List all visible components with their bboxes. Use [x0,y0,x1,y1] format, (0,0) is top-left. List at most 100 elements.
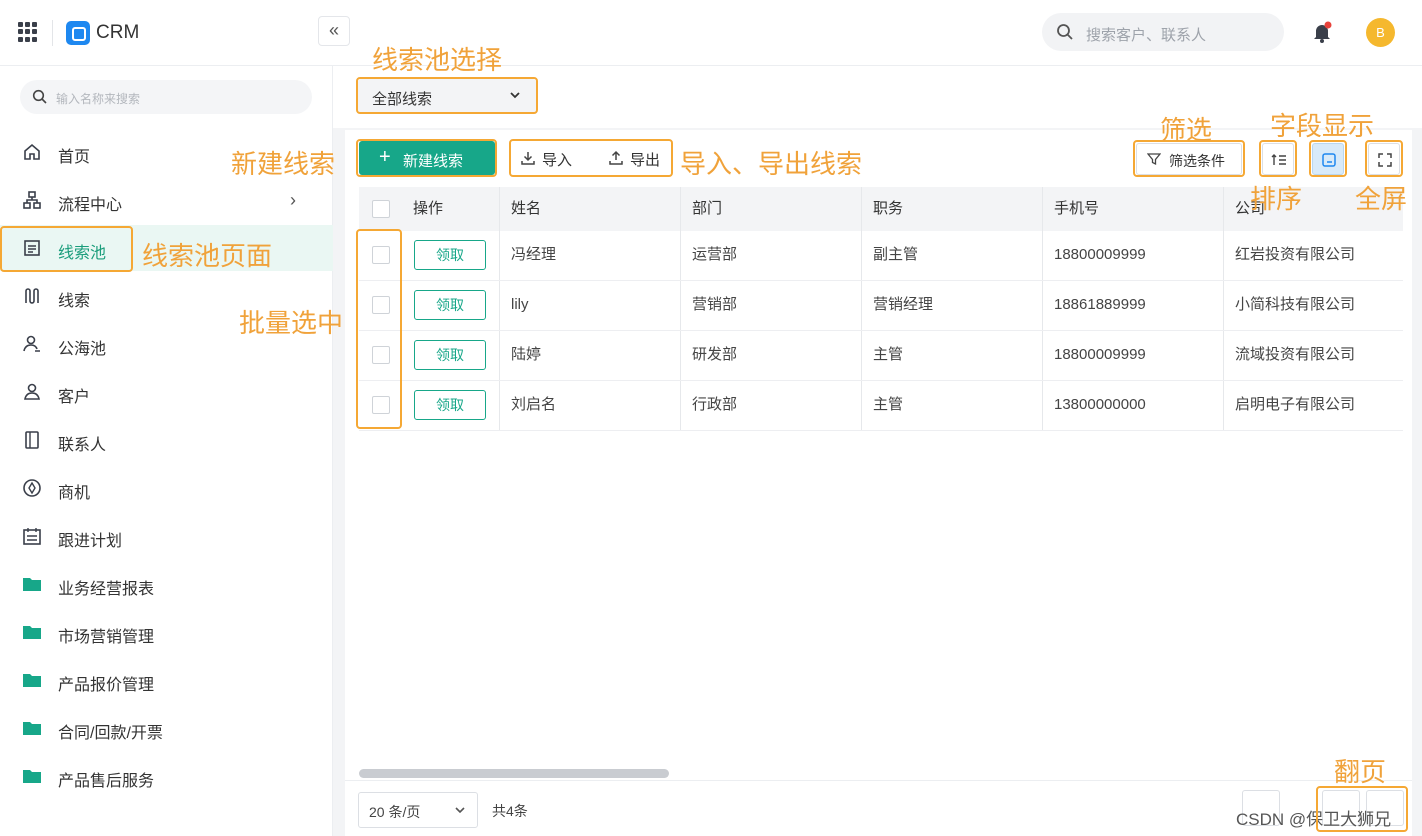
apps-grid-icon[interactable] [18,22,38,42]
folder-icon [23,578,41,591]
sidebar-item-marketing[interactable]: 市场营销管理 [0,609,333,655]
sidebar-item-label: 联系人 [58,437,107,454]
annotation-sort: 排序 [1250,184,1303,214]
sidebar-item-contacts[interactable]: 联系人 [0,417,333,463]
sidebar-item-contract[interactable]: 合同/回款/开票 [0,705,333,751]
sidebar-item-label: 线索 [58,293,91,310]
lead-pool-select[interactable]: 全部线索 [358,79,536,113]
sidebar-item-label: 合同/回款/开票 [58,725,163,742]
home-icon [24,143,40,160]
cell-phone: 18861889999 [1054,296,1146,313]
global-search-placeholder: 搜索客户、联系人 [1086,27,1207,44]
download-icon [521,152,535,165]
annotation-batch-select: 批量选中 [239,308,344,338]
table-row[interactable]: 领取 冯经理 运营部 副主管 18800009999 红岩投资有限公司 [359,231,1403,281]
annotation-fullscreen: 全屏 [1355,184,1408,214]
cell-name: 刘启名 [511,396,557,413]
select-all-checkbox[interactable] [372,200,390,218]
sidebar-item-quotation[interactable]: 产品报价管理 [0,657,333,703]
new-lead-button[interactable]: + 新建线索 [359,141,495,175]
cell-company: 红岩投资有限公司 [1235,246,1356,263]
claim-button[interactable]: 领取 [414,390,486,420]
sidebar-item-follow-plan[interactable]: 跟进计划 [0,513,333,559]
horizontal-scrollbar[interactable] [359,769,669,778]
row-checkbox[interactable] [372,396,390,414]
fullscreen-button[interactable] [1368,143,1400,175]
search-icon [32,89,47,104]
sort-icon [1271,154,1286,165]
cell-name: 冯经理 [511,246,557,263]
filter-button[interactable]: 筛选条件 [1136,143,1242,175]
brand-name: CRM [96,22,140,43]
folder-icon [23,722,41,735]
annotation-pool-page: 线索池页面 [142,241,273,271]
table-header: 操作 姓名 部门 职务 手机号 公司 [359,187,1403,231]
chevron-down-icon [510,92,520,99]
claim-button[interactable]: 领取 [414,290,486,320]
flow-icon [23,191,41,209]
sea-icon [23,335,40,352]
claim-button[interactable]: 领取 [414,340,486,370]
cell-dept: 行政部 [692,396,738,413]
sidebar-item-label: 产品售后服务 [58,773,155,790]
table-row[interactable]: 领取 刘启名 行政部 主管 13800000000 启明电子有限公司 [359,381,1403,431]
table-row[interactable]: 领取 陆婷 研发部 主管 18800009999 流域投资有限公司 [359,331,1403,381]
import-button[interactable]: 导入 [520,145,582,173]
sidebar-item-label: 线索池 [58,245,107,262]
sidebar-collapse-button[interactable]: « [318,16,350,46]
filter-label: 筛选条件 [1169,153,1225,169]
import-label: 导入 [542,152,573,169]
filter-icon [1147,153,1161,166]
watermark: CSDN @保卫大狮兄 [1236,810,1392,829]
new-lead-label: 新建线索 [403,153,464,170]
columns-icon [1322,153,1336,167]
column-header-dept: 部门 [692,200,723,217]
export-button[interactable]: 导出 [608,145,670,173]
opportunity-icon [23,479,41,497]
sidebar-item-label: 首页 [58,149,91,166]
cell-phone: 13800000000 [1054,396,1146,413]
global-search[interactable]: 搜索客户、联系人 [1042,13,1284,51]
cell-phone: 18800009999 [1054,246,1146,263]
annotation-filter: 筛选 [1160,115,1213,145]
column-header-title: 职务 [873,200,904,217]
folder-icon [23,626,41,639]
row-checkbox[interactable] [372,296,390,314]
customer-icon [24,383,40,400]
sidebar-item-label: 市场营销管理 [58,629,155,646]
annotation-fields: 字段显示 [1270,111,1375,141]
column-header-phone: 手机号 [1054,200,1100,217]
sidebar-item-label: 业务经营报表 [58,581,155,598]
folder-icon [23,674,41,687]
sidebar-item-after-sales[interactable]: 产品售后服务 [0,753,333,799]
cell-company: 流域投资有限公司 [1235,346,1356,363]
export-label: 导出 [630,152,661,169]
sidebar-item-label: 客户 [58,389,91,406]
lead-icon [25,288,39,304]
cell-company: 小简科技有限公司 [1235,296,1356,313]
sidebar-item-flow-center[interactable]: 流程中心 › [0,177,333,223]
upload-icon [609,150,623,165]
folder-icon [23,770,41,783]
sidebar-item-business-report[interactable]: 业务经营报表 [0,561,333,607]
sidebar-item-label: 跟进计划 [58,533,123,550]
annotation-paging: 翻页 [1334,757,1387,787]
field-display-button[interactable] [1312,143,1344,175]
page-size-select[interactable]: 20 条/页 [358,792,478,828]
fullscreen-icon [1378,153,1392,167]
sidebar-item-label: 产品报价管理 [58,677,155,694]
cell-dept: 运营部 [692,246,738,263]
row-checkbox[interactable] [372,246,390,264]
sidebar-search-input[interactable]: 输入名称来搜索 [20,80,312,114]
sidebar-item-opportunity[interactable]: 商机 [0,465,333,511]
plus-icon: + [379,146,391,168]
crm-logo-icon [66,21,90,45]
bell-icon[interactable] [1310,20,1334,44]
avatar[interactable]: B [1366,18,1395,47]
sort-button[interactable] [1262,143,1294,175]
row-checkbox[interactable] [372,346,390,364]
table-row[interactable]: 领取 lily 营销部 营销经理 18861889999 小简科技有限公司 [359,281,1403,331]
sidebar-item-customer[interactable]: 客户 [0,369,333,415]
claim-button[interactable]: 领取 [414,240,486,270]
footer-divider [345,780,1412,781]
